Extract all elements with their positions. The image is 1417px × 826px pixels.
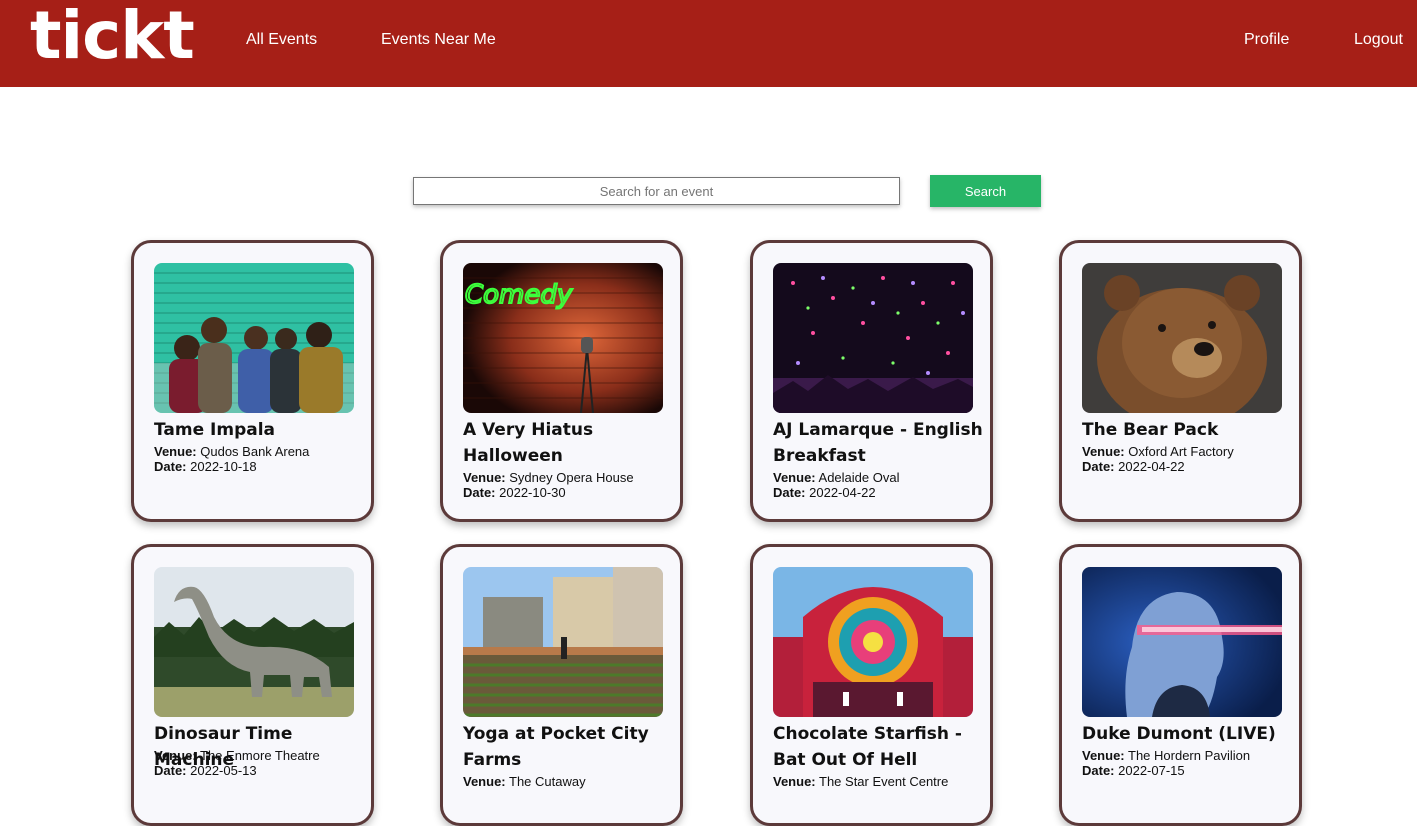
event-meta: Venue: The Cutaway: [463, 774, 586, 789]
event-image-festival-stage: [773, 567, 973, 717]
event-card[interactable]: Yoga at Pocket City Farms Venue: The Cut…: [440, 544, 683, 826]
date-label: Date:: [1082, 763, 1115, 778]
event-image-dj-portrait: [1082, 567, 1282, 717]
event-date: 2022-04-22: [809, 485, 876, 500]
nav-events-near-me[interactable]: Events Near Me: [381, 31, 496, 49]
event-card[interactable]: The Bear Pack Venue: Oxford Art Factory …: [1059, 240, 1302, 522]
event-card[interactable]: Comedy A Very Hiatus Halloween Venue: Sy…: [440, 240, 683, 522]
event-image-urban-farm: [463, 567, 663, 717]
venue-label: Venue:: [1082, 748, 1125, 763]
event-image-comedy-neon-brick-wall: Comedy: [463, 263, 663, 413]
event-venue: The Enmore Theatre: [200, 748, 320, 763]
venue-label: Venue:: [463, 774, 506, 789]
event-venue: The Star Event Centre: [819, 774, 949, 789]
event-venue: Adelaide Oval: [818, 470, 900, 485]
event-meta: Venue: The Hordern Pavilion Date: 2022-0…: [1082, 748, 1250, 778]
event-title: Chocolate Starfish - Bat Out Of Hell: [773, 724, 962, 770]
venue-label: Venue:: [154, 748, 197, 763]
event-card[interactable]: Duke Dumont (LIVE) Venue: The Hordern Pa…: [1059, 544, 1302, 826]
event-date: 2022-04-22: [1118, 459, 1185, 474]
venue-label: Venue:: [463, 470, 506, 485]
tickt-logo[interactable]: tickt: [30, 0, 195, 72]
date-label: Date:: [463, 485, 496, 500]
date-label: Date:: [154, 459, 187, 474]
search-input[interactable]: [413, 177, 900, 205]
event-title: A Very Hiatus Halloween: [463, 420, 594, 466]
event-venue: Qudos Bank Arena: [200, 444, 310, 459]
nav-logout[interactable]: Logout: [1354, 31, 1403, 49]
event-title: Yoga at Pocket City Farms: [463, 724, 649, 770]
event-date: 2022-10-30: [499, 485, 566, 500]
event-venue: Sydney Opera House: [509, 470, 634, 485]
event-image-dinosaur-statue: [154, 567, 354, 717]
event-meta: Venue: Sydney Opera House Date: 2022-10-…: [463, 470, 634, 500]
event-date: 2022-10-18: [190, 459, 257, 474]
event-title: Tame Impala: [154, 420, 276, 440]
event-venue: The Hordern Pavilion: [1128, 748, 1251, 763]
nav-profile[interactable]: Profile: [1244, 31, 1289, 49]
event-image-confetti-crowd: [773, 263, 973, 413]
event-meta: Venue: Oxford Art Factory Date: 2022-04-…: [1082, 444, 1234, 474]
event-meta: Venue: Qudos Bank Arena Date: 2022-10-18: [154, 444, 309, 474]
search-button[interactable]: Search: [930, 175, 1041, 207]
date-label: Date:: [1082, 459, 1115, 474]
event-meta: Venue: The Enmore Theatre Date: 2022-05-…: [154, 748, 320, 778]
date-label: Date:: [773, 485, 806, 500]
event-card[interactable]: Chocolate Starfish - Bat Out Of Hell Ven…: [750, 544, 993, 826]
venue-label: Venue:: [154, 444, 197, 459]
event-date: 2022-05-13: [190, 763, 257, 778]
event-card[interactable]: Dinosaur Time Machine Venue: The Enmore …: [131, 544, 374, 826]
venue-label: Venue:: [773, 774, 816, 789]
event-venue: Oxford Art Factory: [1128, 444, 1234, 459]
event-meta: Venue: The Star Event Centre: [773, 774, 948, 789]
svg-text:Comedy: Comedy: [465, 280, 573, 310]
event-image-brown-bear: [1082, 263, 1282, 413]
event-title: Duke Dumont (LIVE): [1082, 724, 1276, 744]
event-venue: The Cutaway: [509, 774, 586, 789]
event-card[interactable]: AJ Lamarque - English Breakfast Venue: A…: [750, 240, 993, 522]
event-title: AJ Lamarque - English Breakfast: [773, 420, 983, 466]
venue-label: Venue:: [1082, 444, 1125, 459]
event-card[interactable]: Tame Impala Venue: Qudos Bank Arena Date…: [131, 240, 374, 522]
event-title: The Bear Pack: [1082, 420, 1219, 440]
date-label: Date:: [154, 763, 187, 778]
nav-all-events[interactable]: All Events: [246, 31, 317, 49]
venue-label: Venue:: [773, 470, 816, 485]
event-image-band-photo: [154, 263, 354, 413]
event-meta: Venue: Adelaide Oval Date: 2022-04-22: [773, 470, 899, 500]
top-navbar: tickt All Events Events Near Me Profile …: [0, 0, 1417, 87]
event-date: 2022-07-15: [1118, 763, 1185, 778]
